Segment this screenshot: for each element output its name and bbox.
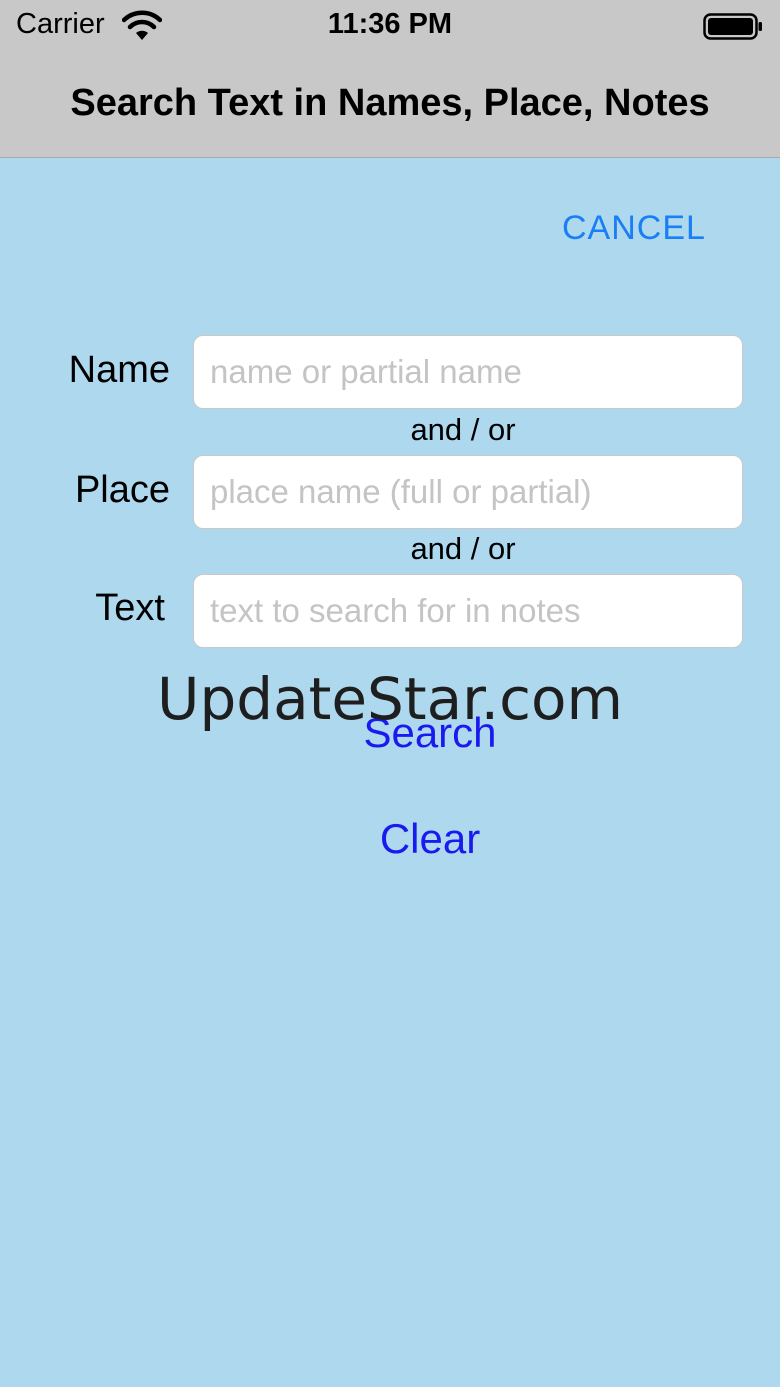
and-or-label: and / or [410,531,516,566]
battery-full-icon [703,13,762,40]
status-time: 11:36 PM [327,8,453,40]
cancel-button[interactable]: CANCEL [562,209,706,248]
and-or-label: and / or [410,412,516,447]
clear-button[interactable]: Clear [0,814,780,864]
search-screen: Carrier 11:36 PM Search Text in Names, P… [0,0,780,1387]
header-bar: Carrier 11:36 PM Search Text in Names, P… [0,0,780,158]
notes-text-input[interactable] [193,574,743,648]
name-input[interactable] [193,335,743,409]
page-title: Search Text in Names, Place, Notes [70,82,710,124]
text-label: Text [95,587,165,629]
place-input[interactable] [193,455,743,529]
place-label: Place [74,469,170,511]
watermark: UpdateStar.com [157,665,623,733]
name-label: Name [68,349,170,391]
